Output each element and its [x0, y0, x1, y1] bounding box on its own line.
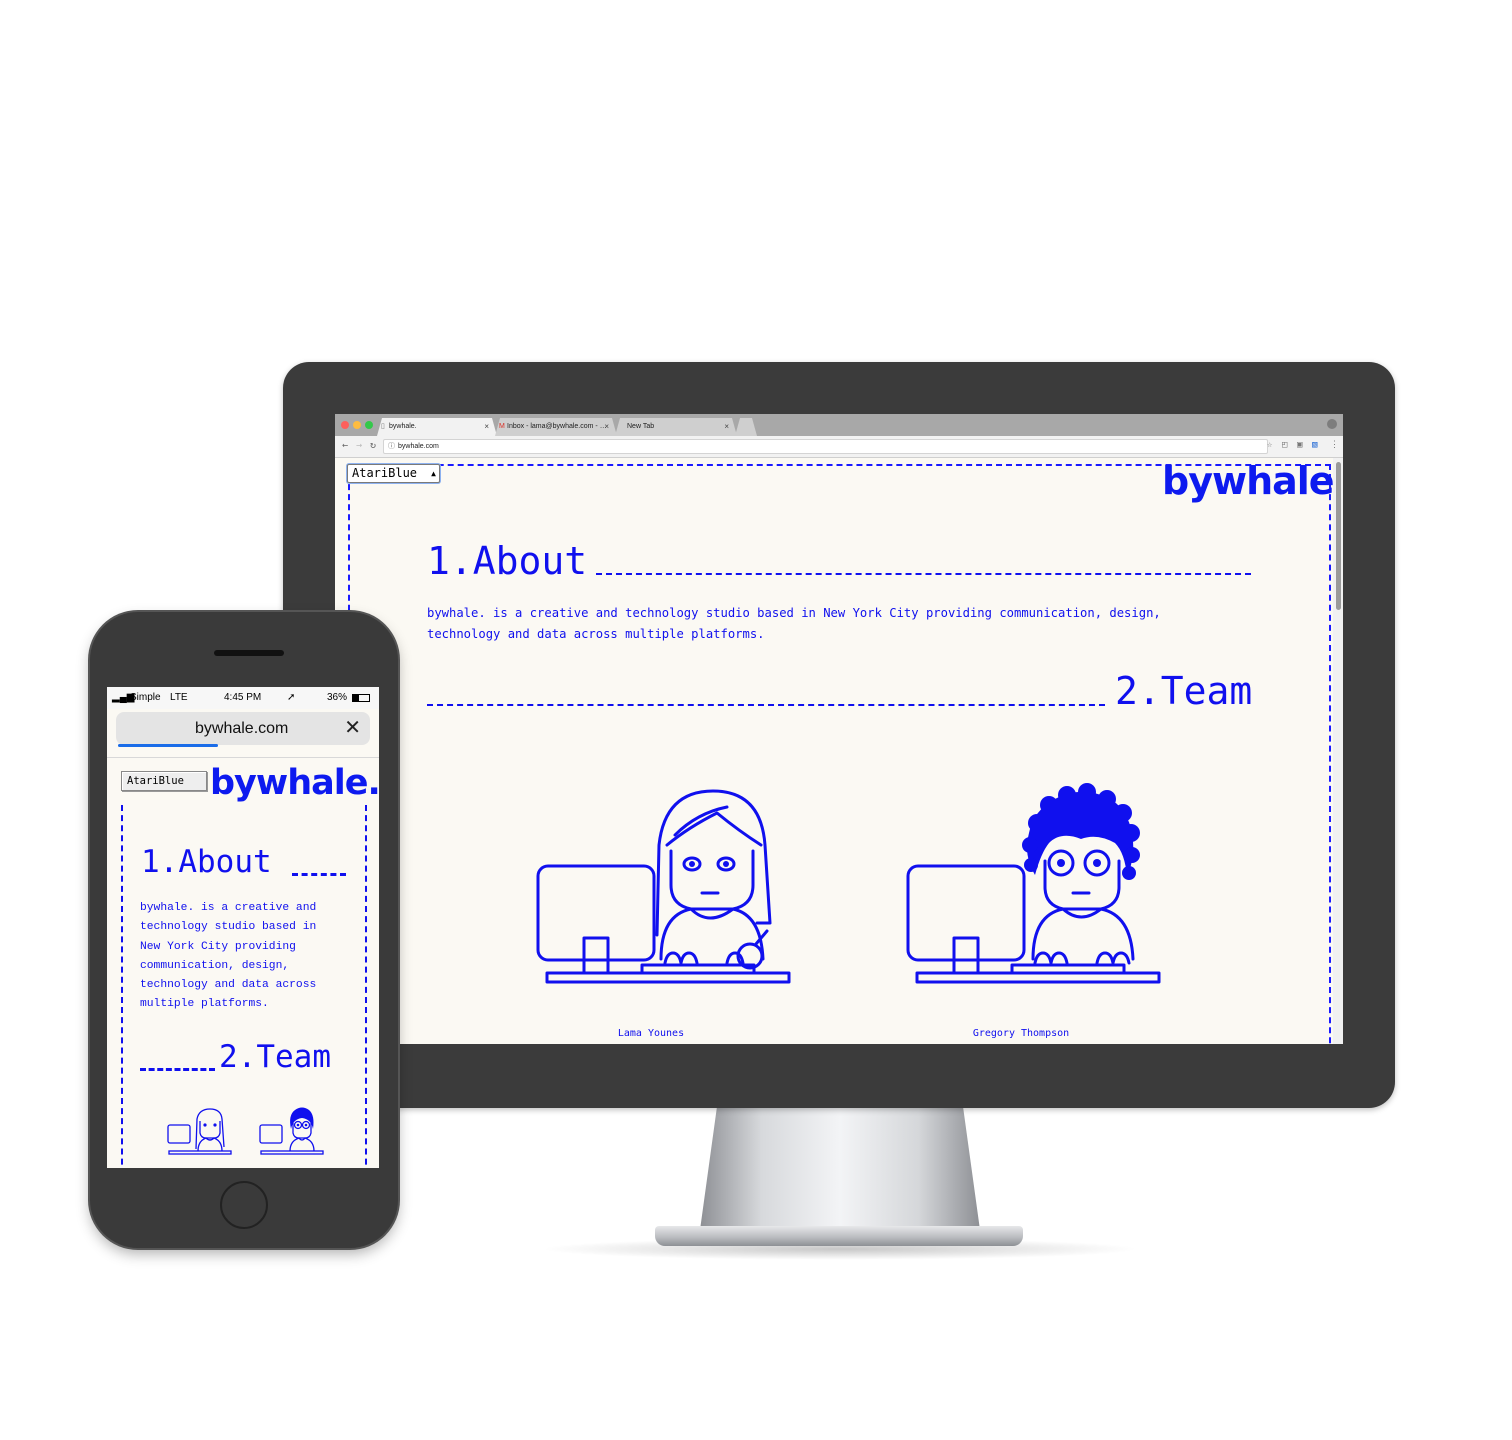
- browser-tab-bar: ▯ bywhale. × M Inbox - lama@bywhale.com …: [335, 414, 1343, 436]
- address-bar-url: bywhale.com: [398, 443, 439, 450]
- team-member-card[interactable]: [797, 735, 1217, 1025]
- clock: 4:45 PM: [224, 692, 262, 703]
- close-icon[interactable]: ✕: [344, 712, 361, 745]
- team-member-card[interactable]: [427, 735, 847, 1025]
- reload-icon[interactable]: ↻: [367, 439, 379, 453]
- heading-rule: [292, 873, 346, 876]
- about-heading: 1.About: [427, 539, 588, 583]
- tab-close-icon[interactable]: ×: [604, 418, 609, 436]
- tab-label: bywhale.: [389, 423, 417, 430]
- loading-progress-bar: [118, 744, 218, 747]
- tab-close-icon[interactable]: ×: [724, 418, 729, 436]
- team-member-name: Lama Younes: [617, 1028, 685, 1039]
- back-arrow-icon[interactable]: ←: [339, 439, 351, 453]
- lama-thumbnail[interactable]: [165, 1105, 235, 1161]
- gregory-illustration: [906, 783, 1161, 984]
- theme-select[interactable]: AtariBlue: [121, 771, 207, 791]
- page-icon: ▯: [381, 423, 385, 430]
- status-bar: ▂▄▆ Simple LTE 4:45 PM ➚ 36%: [107, 687, 379, 709]
- about-line: communication, design,: [140, 959, 290, 972]
- web-page: AtariBlue ▲ bywhale. 1.About bywhale. is…: [335, 458, 1343, 1044]
- tab-new-tab[interactable]: New Tab ×: [615, 418, 737, 436]
- heading-rule: [596, 573, 1251, 575]
- maximize-window-button[interactable]: [365, 421, 373, 429]
- extension-icon[interactable]: ▧: [1312, 440, 1317, 450]
- extension-icon[interactable]: ▣: [1297, 440, 1302, 450]
- monitor-stand-foot: [655, 1226, 1023, 1246]
- tab-bywhale[interactable]: ▯ bywhale. ×: [377, 418, 497, 436]
- lama-illustration: [536, 789, 791, 984]
- gregory-thumbnail[interactable]: [257, 1105, 327, 1161]
- profile-icon[interactable]: [1327, 419, 1337, 429]
- divider: [107, 757, 379, 758]
- heading-rule: [140, 1068, 215, 1071]
- bookmark-star-icon[interactable]: ☆: [1267, 440, 1272, 450]
- extension-icon[interactable]: ◰: [1282, 440, 1287, 450]
- gmail-icon: M: [499, 423, 505, 430]
- scrollbar-thumb[interactable]: [1336, 462, 1341, 610]
- team-heading: 2.Team: [219, 1039, 331, 1075]
- site-logo[interactable]: bywhale.: [1162, 456, 1343, 506]
- monitor-stand-neck: [700, 1108, 980, 1230]
- new-tab-button[interactable]: [735, 418, 757, 436]
- battery-icon: [352, 694, 370, 702]
- mobile-address-bar[interactable]: bywhale.com ✕: [116, 712, 370, 745]
- about-line: technology and data across: [140, 979, 317, 992]
- phone-earpiece: [214, 650, 284, 656]
- theme-select-value: AtariBlue: [352, 466, 418, 480]
- site-logo[interactable]: bywhale.: [210, 761, 379, 805]
- team-heading: 2.Team: [1115, 669, 1253, 713]
- select-arrows-icon: ▲: [431, 469, 436, 478]
- home-button[interactable]: [220, 1181, 268, 1229]
- info-icon: ⓘ: [388, 443, 395, 450]
- about-text: bywhale. is a creative and technology st…: [140, 899, 340, 1015]
- about-line: bywhale. is a creative and: [140, 902, 317, 914]
- tab-label: Inbox - lama@bywhale.com - …: [507, 423, 607, 430]
- network-label: LTE: [170, 692, 188, 703]
- team-member-name: Gregory Thompson: [972, 1028, 1070, 1039]
- minimize-window-button[interactable]: [353, 421, 361, 429]
- forward-arrow-icon[interactable]: →: [353, 439, 365, 453]
- theme-select[interactable]: AtariBlue ▲: [347, 464, 440, 483]
- heading-rule: [427, 704, 1105, 706]
- browser-toolbar: ← → ↻ ⓘ bywhale.com ☆ ◰ ▣ ▧ ⋮: [335, 436, 1343, 458]
- menu-kebab-icon[interactable]: ⋮: [1330, 440, 1339, 450]
- close-window-button[interactable]: [341, 421, 349, 429]
- tab-close-icon[interactable]: ×: [484, 418, 489, 436]
- tab-label: New Tab: [627, 423, 655, 430]
- location-icon: ➚: [287, 692, 296, 703]
- about-text: bywhale. is a creative and technology st…: [427, 606, 1161, 641]
- about-line: New York City providing: [140, 940, 296, 953]
- browser-window: ▯ bywhale. × M Inbox - lama@bywhale.com …: [335, 414, 1343, 1044]
- phone-screen: ▂▄▆ Simple LTE 4:45 PM ➚ 36% bywhale.com…: [107, 687, 379, 1168]
- about-line: multiple platforms.: [140, 998, 269, 1011]
- battery-percent: 36%: [327, 692, 348, 703]
- tab-inbox[interactable]: M Inbox - lama@bywhale.com - … ×: [495, 418, 617, 436]
- about-heading: 1.About: [141, 844, 272, 880]
- carrier-label: Simple: [130, 692, 161, 703]
- about-line: technology studio based in: [140, 921, 317, 934]
- address-bar[interactable]: ⓘ bywhale.com: [383, 439, 1268, 454]
- mobile-url: bywhale.com: [195, 720, 289, 737]
